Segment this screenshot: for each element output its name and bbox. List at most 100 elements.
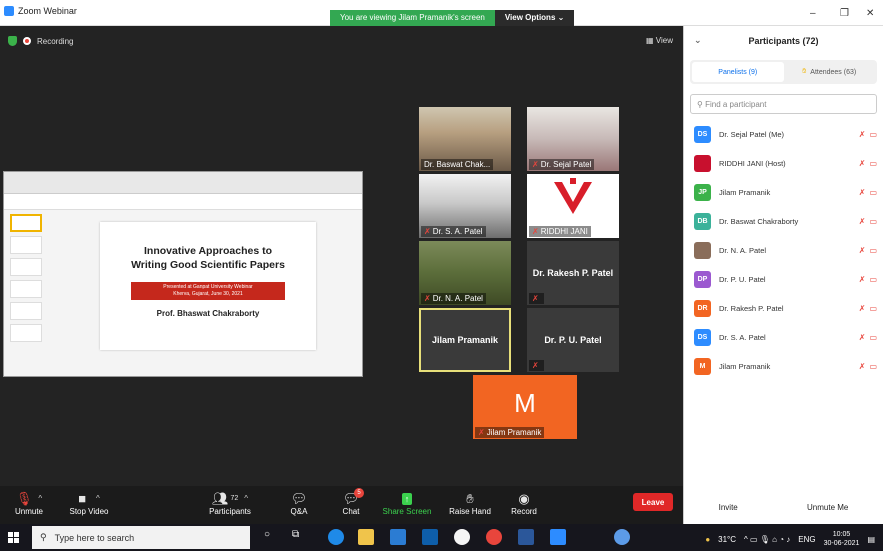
participant-row[interactable]: DP Dr. P. U. Patel ✗ ▭ bbox=[684, 265, 883, 294]
browser-toolbar bbox=[4, 194, 362, 210]
chrome-icon[interactable] bbox=[486, 529, 502, 545]
qa-button[interactable]: 💬︎ Q&A bbox=[272, 490, 326, 517]
tile-name-wrap: ✗ Dr. S. A. Patel bbox=[421, 226, 486, 237]
file-explorer-icon[interactable] bbox=[358, 529, 374, 545]
search-input[interactable]: ⚲ Find a participant bbox=[690, 94, 877, 114]
unmute-button[interactable]: 🎙︎ ^ Unmute bbox=[2, 490, 56, 517]
shared-screen[interactable]: Innovative Approaches to Writing Good Sc… bbox=[3, 171, 363, 377]
video-tile[interactable]: Dr. Rakesh P. Patel ✗ bbox=[527, 241, 619, 305]
view-button[interactable]: ▦ View bbox=[646, 36, 673, 45]
participant-row[interactable]: DR Dr. Rakesh P. Patel ✗ ▭ bbox=[684, 294, 883, 323]
edge-icon[interactable] bbox=[328, 529, 344, 545]
muted-mic-icon: ✗ bbox=[858, 362, 866, 371]
stop-video-button[interactable]: ■ ^ Stop Video bbox=[62, 490, 116, 516]
muted-mic-icon: ✗ bbox=[858, 217, 866, 226]
zoom-taskbar-icon[interactable] bbox=[550, 529, 566, 545]
video-tile-active-speaker[interactable]: Jilam Pramanik bbox=[419, 308, 511, 372]
language[interactable]: ENG bbox=[798, 535, 815, 544]
participant-name: Dr. P. U. Patel bbox=[719, 275, 766, 284]
video-tile[interactable]: M ✗ Jilam Pramanik bbox=[473, 375, 577, 439]
video-tile[interactable]: ✗ Dr. S. A. Patel bbox=[419, 174, 511, 238]
participant-row[interactable]: RIDDHI JANI (Host) ✗ ▭ bbox=[684, 149, 883, 178]
raise-hand-label: Raise Hand bbox=[449, 507, 491, 516]
slide-thumbnail bbox=[10, 236, 42, 254]
video-tile[interactable]: Dr. Baswat Chak... bbox=[419, 107, 511, 171]
weather-icon: ● bbox=[705, 534, 711, 544]
participant-row[interactable]: DB Dr. Baswat Chakraborty ✗ ▭ bbox=[684, 207, 883, 236]
participants-button[interactable]: 👥︎ 72 ^ Participants bbox=[203, 490, 257, 517]
tile-center-name: Jilam Pramanik bbox=[431, 335, 499, 345]
mail-icon[interactable] bbox=[390, 529, 406, 545]
video-tile[interactable]: Dr. P. U. Patel ✗ bbox=[527, 308, 619, 372]
muted-mic-icon: ✗ bbox=[424, 227, 431, 236]
record-button[interactable]: ◉ Record bbox=[497, 490, 551, 517]
clock[interactable]: 10:05 30-06-2021 bbox=[824, 530, 860, 548]
tab-panelists[interactable]: Panelists (9) bbox=[692, 62, 784, 82]
participant-name: Dr. Sejal Patel (Me) bbox=[719, 130, 785, 139]
dropbox-icon[interactable] bbox=[422, 529, 438, 545]
taskbar-search[interactable]: ⚲ Type here to search bbox=[32, 526, 250, 549]
app-icon[interactable] bbox=[454, 529, 470, 545]
tab-attendees[interactable]: ✋︎ Attendees (63) bbox=[784, 62, 876, 82]
notifications-icon[interactable]: ▤ bbox=[867, 535, 875, 544]
chat-button[interactable]: 💬︎ 5 Chat bbox=[324, 488, 378, 516]
participants-panel: ⌄ Participants (72) Panelists (9) ✋︎ Atte… bbox=[683, 26, 883, 524]
muted-mic-icon: ✗ bbox=[424, 294, 431, 303]
tile-name: Dr. Sejal Patel bbox=[540, 160, 592, 169]
view-options-button[interactable]: View Options ⌄ bbox=[494, 10, 575, 26]
mic-video-status-icons: ✗ ▭ bbox=[859, 362, 877, 371]
windows-start-icon[interactable] bbox=[8, 532, 19, 543]
participant-name: Dr. Rakesh P. Patel bbox=[719, 304, 784, 313]
clock-time: 10:05 bbox=[832, 531, 851, 538]
hand-icon: ✋︎ bbox=[802, 68, 807, 75]
slide-author: Prof. Bhaswat Chakraborty bbox=[156, 309, 260, 318]
video-tile[interactable]: ✗ Dr. Sejal Patel bbox=[527, 107, 619, 171]
unmute-me-button[interactable]: Unmute Me bbox=[807, 503, 848, 512]
avatar: DS bbox=[694, 329, 711, 346]
share-screen-button[interactable]: ↑ Share Screen bbox=[380, 490, 434, 516]
restore-button[interactable]: ❐ bbox=[840, 8, 849, 19]
recording-label: Recording bbox=[37, 36, 74, 46]
word-icon[interactable] bbox=[518, 529, 534, 545]
participant-row[interactable]: JP Jilam Pramanik ✗ ▭ bbox=[684, 178, 883, 207]
muted-mic-icon: ✗ bbox=[529, 293, 544, 304]
help-icon[interactable] bbox=[614, 529, 630, 545]
grid-icon: ▦ bbox=[646, 36, 656, 45]
tray-icons[interactable]: ^ ▭ 🎙︎ ⌂ ◔ ♪ bbox=[744, 535, 790, 544]
invite-button[interactable]: Invite bbox=[719, 503, 738, 512]
share-screen-icon: ↑ bbox=[380, 490, 434, 507]
muted-mic-icon: ✗ bbox=[858, 246, 866, 255]
video-tile[interactable]: ✗ RIDDHI JANI bbox=[527, 174, 619, 238]
slide-banner: Presented at Ganpat University Webinar K… bbox=[131, 282, 285, 300]
video-tile[interactable]: ✗ Dr. N. A. Patel bbox=[419, 241, 511, 305]
close-button[interactable]: ✕ bbox=[866, 8, 874, 19]
video-off-icon: ▭ bbox=[869, 275, 877, 284]
participant-list: DS Dr. Sejal Patel (Me) ✗ ▭ RIDDHI JANI (Hos… bbox=[684, 120, 883, 381]
video-area: Recording ▦ View Innovative Approaches t… bbox=[0, 26, 683, 486]
video-off-icon: ▭ bbox=[869, 217, 877, 226]
slide-thumbnail bbox=[10, 302, 42, 320]
raise-hand-button[interactable]: ✋︎ Raise Hand bbox=[443, 490, 497, 517]
muted-mic-icon: ✗ bbox=[529, 360, 544, 371]
tile-name: Dr. Baswat Chak... bbox=[421, 159, 494, 170]
title-bar: Zoom Webinar You are viewing Jilam Prama… bbox=[0, 0, 883, 26]
minimize-button[interactable]: – bbox=[810, 8, 816, 19]
view-label: View bbox=[655, 36, 673, 45]
participant-row[interactable]: DS Dr. Sejal Patel (Me) ✗ ▭ bbox=[684, 120, 883, 149]
tile-name: RIDDHI JANI bbox=[540, 227, 588, 236]
leave-button[interactable]: Leave bbox=[633, 493, 673, 511]
chevron-down-icon[interactable]: ⌄ bbox=[694, 35, 702, 46]
participant-row[interactable]: DS Dr. S. A. Patel ✗ ▭ bbox=[684, 323, 883, 352]
slide-title: Innovative Approaches to Writing Good Sc… bbox=[100, 244, 316, 272]
participant-row[interactable]: M Jilam Pramanik ✗ ▭ bbox=[684, 352, 883, 381]
slide-title-line2: Writing Good Scientific Papers bbox=[131, 259, 285, 271]
tile-name: Dr. N. A. Patel bbox=[432, 294, 483, 303]
tile-name: Dr. S. A. Patel bbox=[432, 227, 483, 236]
cortana-icon[interactable]: ○ bbox=[264, 529, 280, 545]
slide-thumbnail bbox=[10, 258, 42, 276]
participant-row[interactable]: Dr. N. A. Patel ✗ ▭ bbox=[684, 236, 883, 265]
task-view-icon[interactable]: ⧉ bbox=[292, 529, 308, 545]
participant-name: RIDDHI JANI (Host) bbox=[719, 159, 786, 168]
muted-mic-icon: ✗ bbox=[532, 160, 539, 169]
mic-video-status-icons: ✗ ▭ bbox=[859, 275, 877, 284]
